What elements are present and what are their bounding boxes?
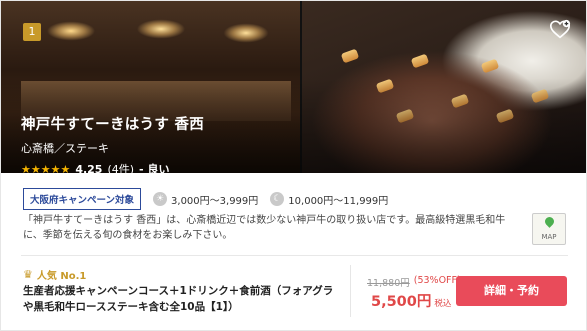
divider — [21, 255, 568, 256]
new-price: 5,500円 — [371, 294, 432, 310]
course-name[interactable]: 生産者応援キャンペーンコース＋1ドリンク＋食前酒（フォアグラや黒毛和牛ロースステ… — [23, 283, 343, 315]
price-divider — [350, 265, 351, 317]
sun-icon: ☀ — [153, 192, 168, 206]
crown-icon: ♛ — [23, 268, 33, 281]
campaign-badge: 大阪府キャンペーン対象 — [23, 188, 142, 210]
old-price-line: 11,880円 (53%OFF) — [367, 275, 461, 289]
new-price-line: 5,500円 税込 — [371, 290, 451, 311]
popular-rank: 人気 No.1 — [36, 271, 87, 282]
rating-line: ★★★★★ 4.25 (4件) - 良い — [21, 161, 204, 174]
dinner-price-label: 10,000円～11,999円 — [288, 195, 389, 207]
popular-label: ♛ 人気 No.1 — [23, 267, 86, 282]
info-row: 大阪府キャンペーン対象 ☀ 3,000円～3,999円 ☾ 10,000円～11… — [23, 188, 388, 210]
map-pin-icon — [543, 215, 556, 228]
star-rating-icon: ★★★★★ — [21, 162, 71, 174]
restaurant-card[interactable]: 1 神戸牛すてーきはうす 香西 心斎橋／ステーキ ★★★★★ 4.25 (4件)… — [0, 0, 587, 331]
tax-label: 税込 — [434, 299, 452, 309]
heart-plus-icon[interactable] — [549, 19, 571, 41]
hero-image[interactable]: 1 神戸牛すてーきはうす 香西 心斎橋／ステーキ ★★★★★ 4.25 (4件)… — [1, 1, 586, 173]
old-price: 11,880円 — [367, 278, 410, 289]
discount-rate: (53%OFF) — [413, 275, 461, 286]
dinner-price: ☾ 10,000円～11,999円 — [270, 192, 388, 207]
hero-text: 神戸牛すてーきはうす 香西 心斎橋／ステーキ ★★★★★ 4.25 (4件) -… — [21, 113, 204, 173]
map-label: MAP — [541, 233, 557, 241]
lunch-price-label: 3,000円～3,999円 — [171, 195, 259, 207]
lunch-price: ☀ 3,000円～3,999円 — [153, 192, 258, 207]
genre-label: 心斎橋／ステーキ — [21, 142, 109, 155]
moon-icon: ☾ — [270, 192, 285, 206]
description: 「神戸牛すてーきはうす 香西」は、心斎橋近辺では数少ない神戸牛の取り扱い店です。… — [23, 215, 506, 241]
rank-badge: 1 — [23, 23, 41, 41]
review-count[interactable]: (4件) — [107, 161, 134, 173]
reserve-button[interactable]: 詳細・予約 — [456, 276, 567, 306]
shop-name[interactable]: 神戸牛すてーきはうす 香西 — [21, 113, 204, 134]
rating-label: - 良い — [139, 163, 170, 173]
map-icon[interactable]: MAP — [532, 213, 566, 245]
rating-score: 4.25 — [75, 162, 103, 174]
